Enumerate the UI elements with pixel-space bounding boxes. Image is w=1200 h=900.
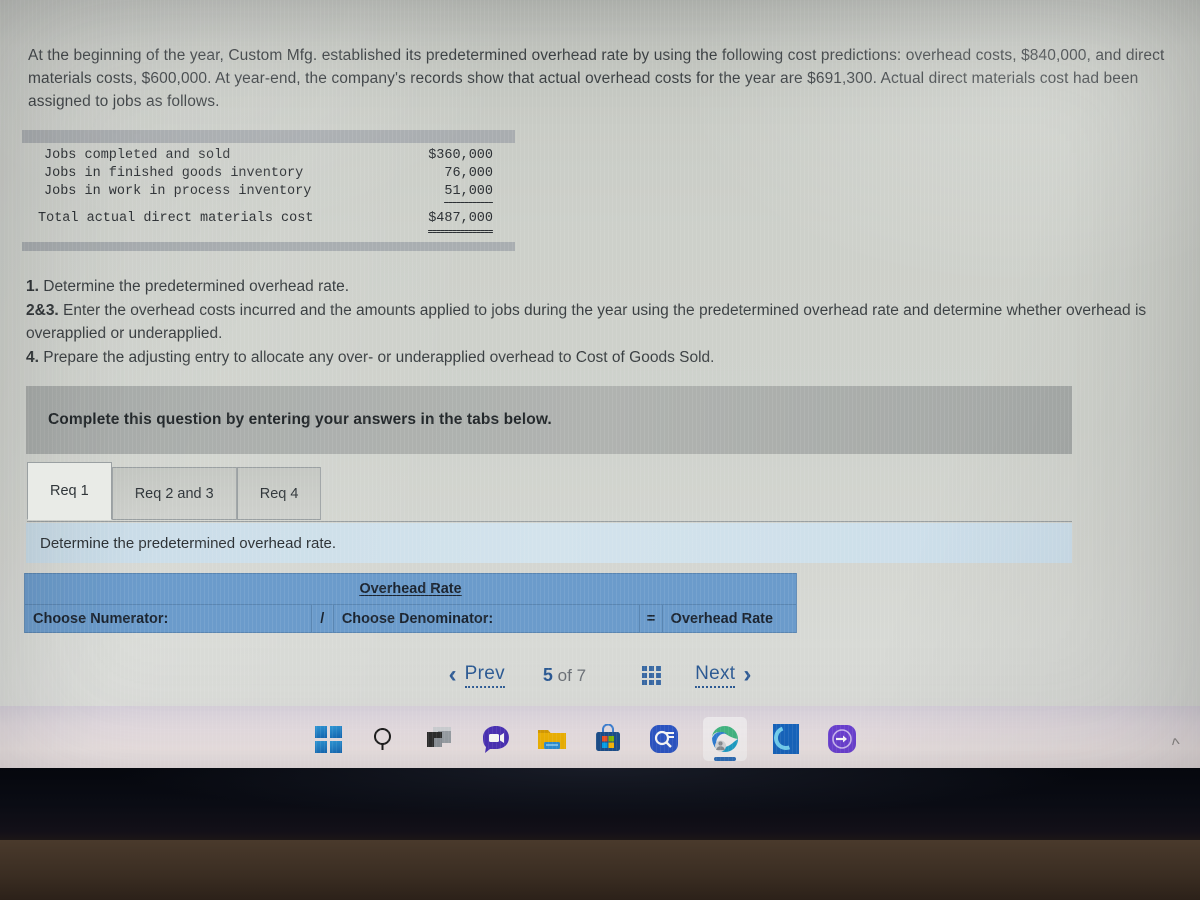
requirement-2-3: 2&3. Enter the overhead costs incurred a… [26, 299, 1171, 346]
requirement-4-text: Prepare the adjusting entry to allocate … [38, 348, 715, 366]
total-label: Total actual direct materials cost [38, 211, 314, 226]
choose-numerator-cell[interactable]: Choose Numerator: [24, 604, 312, 633]
page-counter: 5 of 7 [543, 665, 586, 686]
task-view-button[interactable] [423, 722, 457, 756]
microsoft-edge-button[interactable] [703, 717, 747, 761]
grid-view-icon[interactable] [642, 665, 662, 685]
overhead-rate-table-label-row: Choose Numerator: / Choose Denominator: … [24, 604, 798, 633]
tab-req-4-label: Req 4 [259, 485, 299, 502]
tab-req-4[interactable]: Req 4 [236, 467, 322, 520]
divide-symbol-cell: / [310, 604, 334, 633]
current-page: 5 [542, 664, 553, 685]
question-pager: ‹ Prev 5 of 7 Next › [0, 655, 1200, 695]
requirement-1-text: Determine the predetermined overhead rat… [38, 278, 350, 295]
table-body: Jobs completed and sold $360,000 Jobs in… [22, 143, 515, 235]
choose-denominator-cell[interactable]: Choose Denominator: [332, 604, 641, 633]
sub-instruction-bar: Determine the predetermined overhead rat… [26, 523, 1072, 563]
search-icon [374, 728, 391, 750]
choose-numerator-label: Choose Numerator: [33, 610, 169, 627]
requirement-4-number: 4. [26, 348, 39, 366]
overhead-rate-header-label: Overhead Rate [359, 581, 462, 597]
row-value: 51,000 [393, 183, 515, 203]
row-label: Jobs completed and sold [44, 148, 231, 163]
desk-surface [0, 840, 1200, 900]
row-label: Jobs in finished goods inventory [44, 166, 304, 181]
tab-req-1-label: Req 1 [50, 483, 89, 499]
requirement-1-number: 1. [26, 278, 39, 295]
tab-underline [27, 521, 1072, 522]
alexa-button[interactable] [769, 722, 803, 756]
overhead-rate-result-cell: Overhead Rate [661, 604, 798, 633]
choose-denominator-label: Choose Denominator: [341, 610, 494, 627]
next-button[interactable]: Next › [687, 663, 751, 688]
equals-symbol: = [646, 610, 656, 627]
windows-logo-icon [314, 725, 342, 753]
next-label: Next [695, 663, 736, 688]
equals-symbol-cell: = [639, 604, 663, 633]
sub-instruction-text: Determine the predetermined overhead rat… [40, 534, 337, 552]
overhead-rate-result-label: Overhead Rate [670, 610, 774, 627]
table-row: Jobs in work in process inventory 51,000 [22, 183, 515, 203]
question-prompt: At the beginning of the year, Custom Mfg… [28, 47, 1165, 110]
tab-req-1[interactable]: Req 1 [27, 462, 112, 520]
requirement-1: 1. Determine the predetermined overhead … [26, 275, 1171, 299]
table-row: Jobs completed and sold $360,000 [22, 147, 515, 165]
file-explorer-button[interactable] [535, 722, 569, 756]
store-icon [596, 724, 620, 751]
row-value: 76,000 [444, 166, 493, 181]
prev-label: Prev [464, 663, 505, 688]
overhead-rate-header: Overhead Rate [24, 573, 797, 605]
table-total-row: Total actual direct materials cost $487,… [22, 210, 515, 233]
chat-button[interactable] [479, 722, 513, 756]
overhead-rate-table: Overhead Rate Choose Numerator: / Choose… [24, 573, 798, 633]
search-app-icon [650, 725, 678, 753]
table-bottom-bar [22, 242, 515, 251]
sign-out-icon [828, 725, 856, 753]
total-value: $487,000 [393, 210, 515, 233]
requirements-list: 1. Determine the predetermined overhead … [26, 275, 1171, 369]
microsoft-store-button[interactable] [591, 722, 625, 756]
divide-symbol: / [320, 610, 325, 627]
tab-req-2-and-3[interactable]: Req 2 and 3 [111, 467, 237, 520]
folder-icon [538, 730, 566, 749]
complete-question-banner: Complete this question by entering your … [26, 386, 1072, 454]
requirement-tabs: Req 1 Req 2 and 3 Req 4 [27, 462, 322, 520]
requirement-2-3-text: Enter the overhead costs incurred and th… [26, 301, 1147, 343]
start-button[interactable] [311, 722, 345, 756]
edge-icon [712, 726, 738, 752]
overhead-rate-table-header-row: Overhead Rate [24, 573, 797, 605]
monitor-bezel [0, 768, 1200, 848]
chat-icon [483, 726, 509, 753]
chevron-right-icon: › [743, 661, 752, 688]
of-label: of [557, 665, 572, 685]
row-value: $360,000 [428, 148, 493, 163]
monitor-photo: At the beginning of the year, Custom Mfg… [0, 0, 1200, 900]
search-app-button[interactable] [647, 722, 681, 756]
requirement-2-3-number: 2&3. [26, 301, 59, 319]
question-page: At the beginning of the year, Custom Mfg… [0, 0, 1200, 710]
direct-materials-cost-table: Jobs completed and sold $360,000 Jobs in… [22, 130, 515, 251]
prev-button[interactable]: ‹ Prev [449, 663, 513, 688]
tab-req-2-and-3-label: Req 2 and 3 [134, 485, 214, 502]
task-view-icon [427, 727, 451, 747]
table-top-bar [22, 130, 515, 143]
alexa-icon [773, 724, 799, 754]
requirement-4: 4. Prepare the adjusting entry to alloca… [26, 346, 1171, 370]
table-row: Jobs in finished goods inventory 76,000 [22, 165, 515, 183]
sign-out-button[interactable] [825, 722, 859, 756]
row-label: Jobs in work in process inventory [44, 184, 312, 199]
complete-question-banner-text: Complete this question by entering your … [48, 411, 552, 428]
search-button[interactable] [367, 722, 401, 756]
total-pages: 7 [576, 665, 587, 685]
windows-taskbar [0, 706, 1200, 772]
monitor-screen: At the beginning of the year, Custom Mfg… [0, 0, 1200, 772]
chevron-left-icon: ‹ [448, 661, 457, 688]
